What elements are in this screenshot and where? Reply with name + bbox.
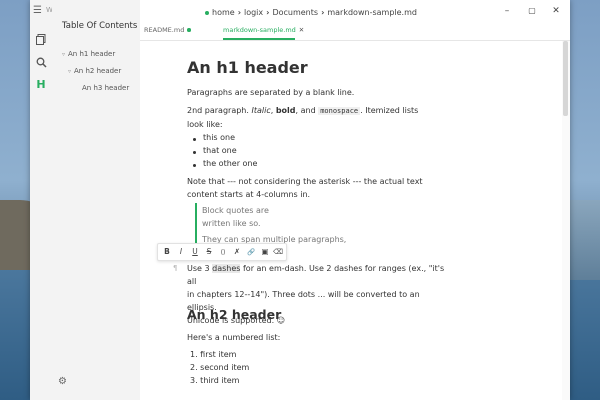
ordered-list-item[interactable]: 1. first item [190, 350, 236, 359]
caret-down-icon: ▿ [62, 51, 66, 58]
unsaved-dot-icon [187, 28, 191, 32]
text-run: look like: [187, 120, 223, 129]
code-span: monospace [318, 107, 361, 115]
text-run: Note that --- not considering the asteri… [187, 177, 423, 186]
strikethrough-button[interactable]: S [204, 247, 214, 257]
path-documents[interactable]: Documents [272, 8, 318, 17]
paragraph-handle-icon[interactable]: ¶ [173, 264, 177, 272]
list-item[interactable]: this one [203, 133, 235, 142]
link-icon[interactable]: 🔗 [246, 247, 256, 257]
text-run: Use 3 [187, 264, 213, 273]
bullet-icon [193, 138, 196, 141]
breadcrumb: home › logix › Documents › markdown-sample.md [205, 8, 417, 17]
chevron-right-icon: › [266, 8, 270, 17]
close-tab-icon[interactable]: ✕ [299, 26, 304, 34]
bullet-icon [193, 151, 196, 154]
bold-text: bold [275, 106, 296, 115]
active-tab-indicator [223, 38, 295, 40]
activity-bar: H [30, 0, 53, 400]
path-home[interactable]: home [212, 8, 235, 17]
gear-icon[interactable]: ⚙ [58, 376, 67, 387]
text-run: , and [295, 106, 319, 115]
toc-item-h2[interactable]: ▿ An h2 header [68, 67, 121, 75]
doc-h2[interactable]: An h2 header [187, 307, 281, 322]
close-button[interactable]: ✕ [550, 6, 562, 16]
files-icon[interactable] [34, 32, 48, 46]
bold-button[interactable]: B [162, 247, 172, 257]
selected-text: dashes [212, 264, 241, 273]
scrollbar[interactable] [562, 41, 570, 400]
chevron-right-icon: › [321, 8, 325, 17]
doc-paragraph-5[interactable]: Here's a numbered list: [187, 331, 427, 344]
list-item[interactable]: that one [203, 146, 237, 155]
toc-item-label: An h2 header [74, 67, 122, 75]
eraser-icon[interactable]: ⌫ [273, 247, 283, 257]
tab-bar: README.md markdown-sample.md ✕ [140, 24, 570, 41]
text-run: . Itemized lists [360, 106, 419, 115]
doc-h1[interactable]: An h1 header [187, 58, 308, 77]
ordered-list-item[interactable]: 3. third item [190, 376, 239, 385]
list-item[interactable]: the other one [203, 159, 257, 168]
blockquote-bar [195, 203, 197, 245]
caret-down-icon: ▿ [68, 68, 72, 75]
path-logix[interactable]: logix [244, 8, 263, 17]
toc-title: Table Of Contents [62, 21, 138, 31]
code-button[interactable]: ⟨⟩ [218, 247, 228, 257]
menu-icon[interactable]: ☰ [33, 5, 42, 16]
scroll-thumb[interactable] [563, 41, 568, 116]
maximize-button[interactable]: ▢ [526, 6, 538, 15]
tab-label: README.md [144, 26, 185, 34]
blockquote-line[interactable]: Block quotes are [202, 204, 269, 217]
italic-text: Italic [251, 106, 271, 115]
ordered-list-item[interactable]: 2. second item [190, 363, 249, 372]
doc-paragraph-1[interactable]: Paragraphs are separated by a blank line… [187, 86, 427, 99]
text-run: 2nd paragraph. [187, 106, 252, 115]
image-icon[interactable]: ▣ [260, 247, 270, 257]
bullet-icon [193, 164, 196, 167]
clear-format-button[interactable]: ✗ [232, 247, 242, 257]
toc-item-h1[interactable]: ▿ An h1 header [62, 50, 115, 58]
chevron-right-icon: › [237, 8, 241, 17]
doc-paragraph-2[interactable]: 2nd paragraph. Italic, bold, and monospa… [187, 104, 427, 131]
tab-label: markdown-sample.md [223, 26, 296, 34]
minimize-button[interactable]: – [501, 6, 513, 16]
text-run: content starts at 4-columns in. [187, 190, 311, 199]
toc-icon[interactable]: H [34, 77, 48, 91]
tab-markdown-sample[interactable]: markdown-sample.md ✕ [223, 26, 304, 34]
search-icon[interactable] [34, 55, 48, 69]
blockquote-line[interactable]: written like so. [202, 217, 261, 230]
sidebar: Table Of Contents ▿ An h1 header ▿ An h2 h… [52, 0, 140, 400]
format-toolbar: B I U S ⟨⟩ ✗ 🔗 ▣ ⌫ [157, 243, 287, 261]
italic-button[interactable]: I [176, 247, 186, 257]
underline-button[interactable]: U [190, 247, 200, 257]
toc-item-label: An h1 header [68, 50, 116, 58]
tab-readme[interactable]: README.md [144, 26, 191, 34]
toc-item-label: An h3 header [82, 84, 130, 92]
saved-dot-icon [205, 10, 209, 15]
doc-paragraph-3[interactable]: Note that --- not considering the asteri… [187, 175, 427, 201]
toc-item-h3[interactable]: An h3 header [82, 84, 129, 92]
path-file[interactable]: markdown-sample.md [327, 8, 417, 17]
